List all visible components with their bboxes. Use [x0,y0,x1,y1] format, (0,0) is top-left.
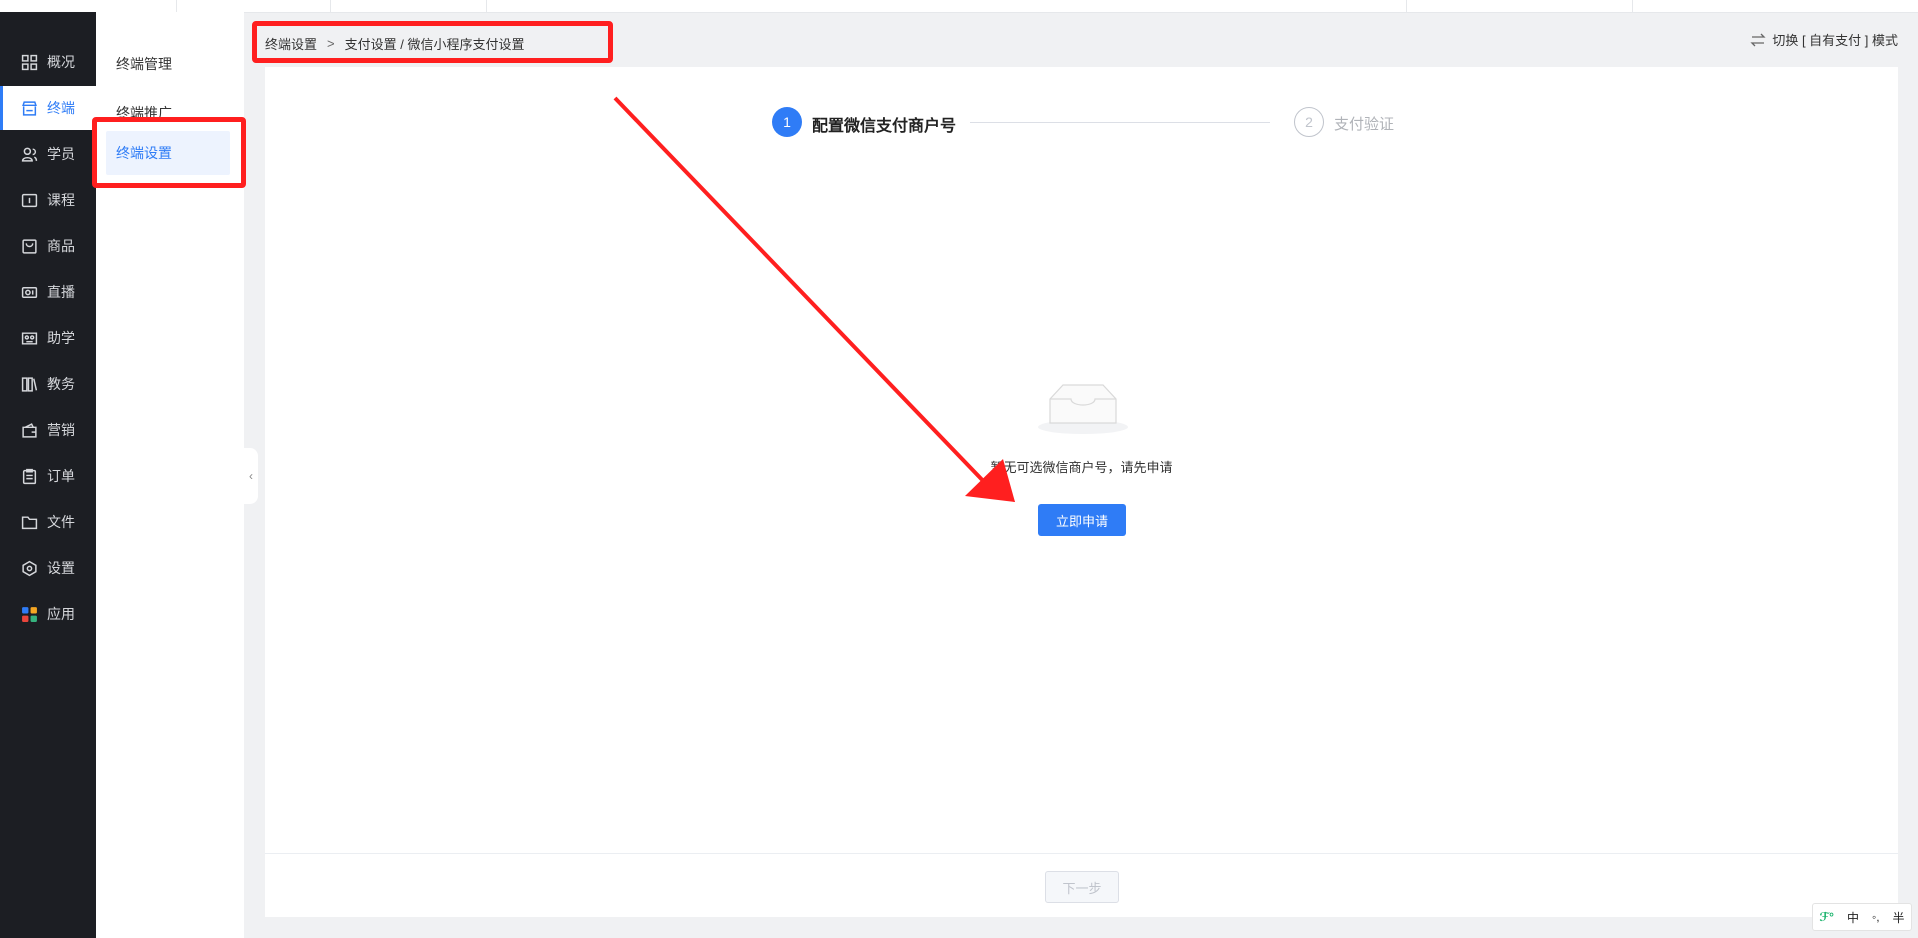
nav-item-live[interactable]: 直播 [0,270,96,314]
nav-item-courses[interactable]: 课程 [0,178,96,222]
nav-item-study-help[interactable]: 助学 [0,316,96,360]
submenu-item-terminal-promotion[interactable]: 终端推广 [106,91,230,135]
wallet-icon [20,421,38,439]
books-icon [20,375,38,393]
breadcrumb-separator: > [327,35,335,51]
nav-label: 教务 [47,376,75,392]
study-icon [20,329,38,347]
nav-label: 订单 [47,468,75,484]
ime-mode[interactable]: 中 [1847,909,1859,926]
submenu-item-terminal-settings[interactable]: 终端设置 [106,131,230,175]
switch-mode-button[interactable]: 切换 [ 自有支付 ] 模式 [1750,30,1898,49]
nav-label: 助学 [47,330,75,346]
swap-arrows-icon [1750,33,1766,46]
nav-item-terminal[interactable]: 终端 [0,86,96,130]
nav-item-apps[interactable]: 应用 [0,592,96,636]
course-icon [20,191,38,209]
empty-inbox-icon [1038,384,1128,434]
nav-item-academic[interactable]: 教务 [0,362,96,406]
clipboard-icon [20,467,38,485]
nav-item-goods[interactable]: 商品 [0,224,96,268]
nav-label: 直播 [47,284,75,300]
nav-item-marketing[interactable]: 营销 [0,408,96,452]
nav-item-settings[interactable]: 设置 [0,546,96,590]
collapse-submenu-button[interactable]: ‹ [244,448,258,504]
nav-item-overview[interactable]: 概况 [0,40,96,84]
step-connector [970,122,1270,123]
ime-toolbar[interactable]: ℱ° 中 ◦, 半 [1812,903,1912,931]
payment-config-panel: 1 配置微信支付商户号 2 支付验证 暂无可选微信商户号，请先申请 立即申请 下… [265,67,1898,917]
apps-icon [20,605,38,623]
nav-label: 概况 [47,54,75,70]
nav-label: 应用 [47,606,75,622]
store-icon [20,99,38,117]
nav-label: 课程 [47,192,75,208]
ime-width[interactable]: 半 [1893,909,1905,926]
step-2-number: 2 [1294,107,1324,137]
breadcrumb: 终端设置 > 支付设置 / 微信小程序支付设置 [265,32,524,54]
sub-menu: 终端管理 终端推广 终端设置 [96,12,244,938]
users-icon [20,145,38,163]
nav-label: 营销 [47,422,75,438]
nav-label: 学员 [47,146,75,162]
bag-icon [20,237,38,255]
empty-state-text: 暂无可选微信商户号，请先申请 [990,460,1173,475]
video-camera-icon [20,283,38,301]
nav-label: 设置 [47,560,75,576]
folder-icon [20,513,38,531]
step-1-label: 配置微信支付商户号 [812,118,957,135]
ime-punctuation[interactable]: ◦, [1872,910,1880,924]
ime-logo-icon: ℱ° [1819,910,1834,924]
footer-divider [265,853,1898,854]
grid-icon [20,53,38,71]
steps-progress: 1 配置微信支付商户号 2 支付验证 [772,107,1422,139]
nav-label: 文件 [47,514,75,530]
step-2-label: 支付验证 [1334,116,1395,133]
submenu-item-terminal-management[interactable]: 终端管理 [106,42,230,86]
nav-label: 终端 [47,100,75,116]
submenu-label: 终端推广 [116,105,172,121]
top-strip [0,0,1918,13]
nav-item-orders[interactable]: 订单 [0,454,96,498]
chevron-left-icon: ‹ [249,469,253,483]
apply-now-button[interactable]: 立即申请 [1038,504,1126,536]
submenu-label: 终端管理 [116,56,172,72]
next-step-button[interactable]: 下一步 [1045,871,1119,903]
nav-label: 商品 [47,238,75,254]
submenu-label: 终端设置 [116,145,172,161]
switch-mode-label: 切换 [ 自有支付 ] 模式 [1772,33,1898,48]
breadcrumb-current: 支付设置 / 微信小程序支付设置 [344,36,525,52]
nav-item-students[interactable]: 学员 [0,132,96,176]
breadcrumb-link[interactable]: 终端设置 [265,34,317,53]
main-sidebar: 概况 终端 学员 课程 商品 直播 助学 教务 营销 订单 文件 设置 应用 [0,12,96,938]
nav-item-files[interactable]: 文件 [0,500,96,544]
hexagon-settings-icon [20,559,38,577]
step-1-number: 1 [772,107,802,137]
